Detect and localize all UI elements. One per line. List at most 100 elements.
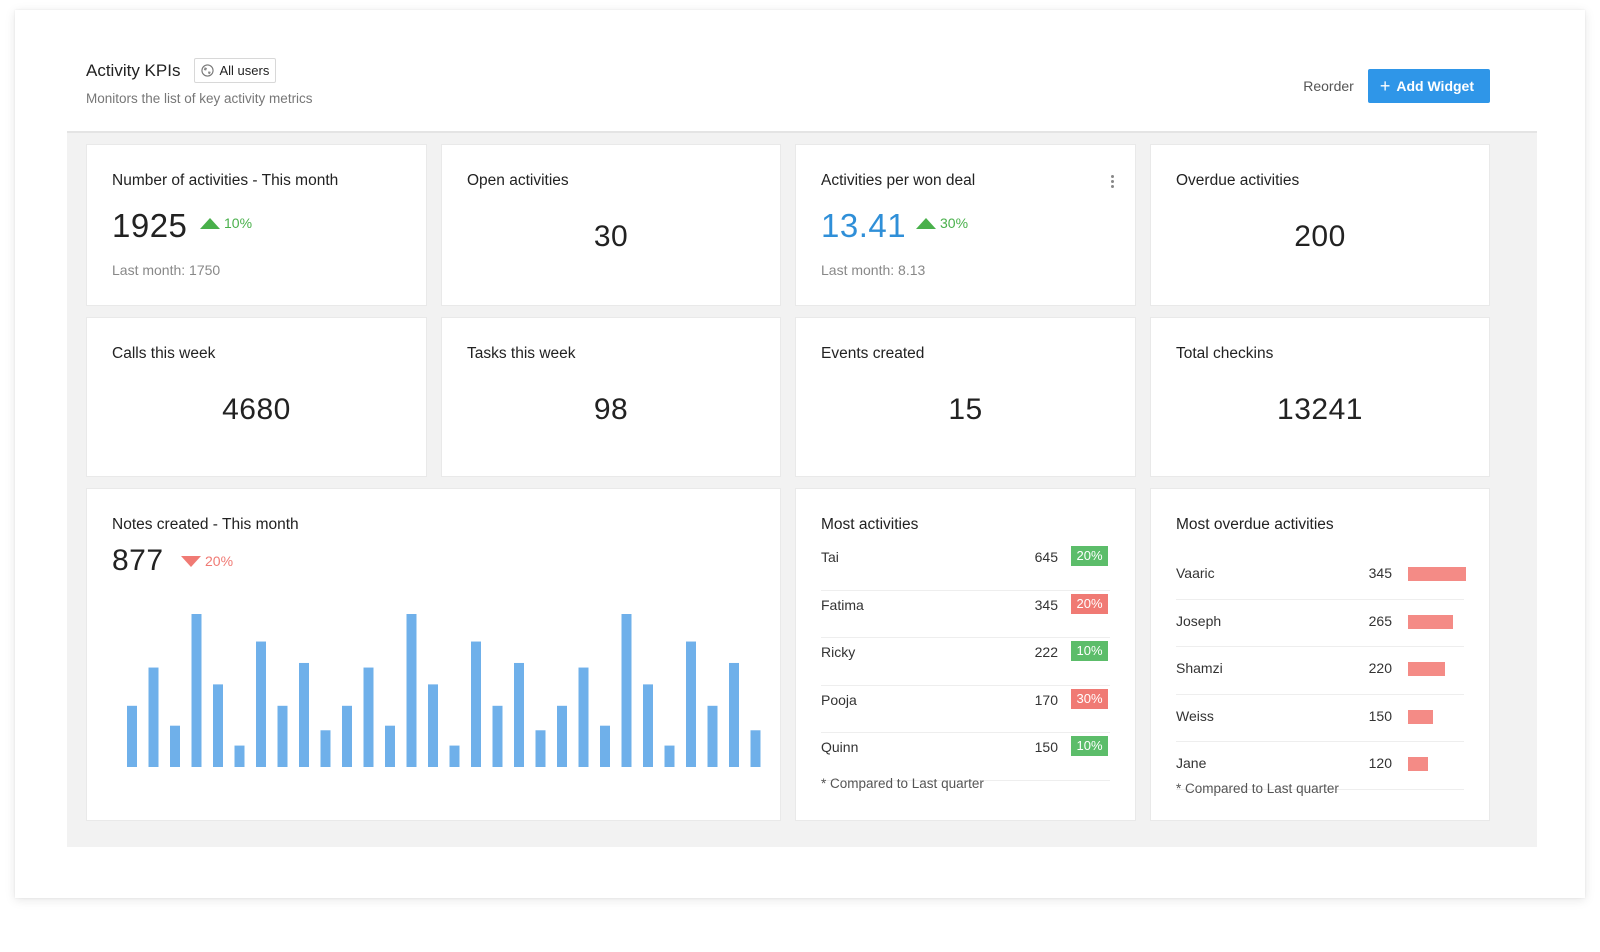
list-item[interactable]: Quinn 150 10% bbox=[821, 733, 1110, 781]
activity-count: 150 bbox=[1034, 739, 1058, 755]
footnote: * Compared to Last quarter bbox=[1176, 781, 1339, 796]
widget-total-checkins[interactable]: Total checkins 13241 bbox=[1150, 317, 1490, 477]
chart-bar bbox=[449, 745, 460, 767]
list-item[interactable]: Ricky 222 10% bbox=[821, 638, 1110, 686]
list-item[interactable]: Pooja 170 30% bbox=[821, 686, 1110, 733]
list-item[interactable]: Tai 645 20% bbox=[821, 543, 1110, 591]
user-name: Weiss bbox=[1176, 707, 1214, 724]
widget-title: Tasks this week bbox=[467, 345, 576, 362]
page-header: Activity KPIs All users Monitors the lis… bbox=[86, 58, 313, 106]
overdue-count: 345 bbox=[1368, 565, 1392, 581]
list-item[interactable]: Shamzi 220 bbox=[1176, 647, 1464, 695]
chart-bar bbox=[127, 705, 137, 767]
activity-count: 645 bbox=[1034, 549, 1058, 565]
widget-activities-this-month[interactable]: Number of activities - This month 1925 1… bbox=[86, 144, 427, 306]
chart-bar bbox=[277, 705, 288, 767]
chart-bar bbox=[256, 641, 266, 767]
change-badge: 30% bbox=[1071, 688, 1108, 709]
list-item[interactable]: Joseph 265 bbox=[1176, 600, 1464, 647]
widget-most-activities[interactable]: Most activities Tai 645 20% Fatima 345 20% Ric… bbox=[795, 488, 1136, 821]
chart-bar bbox=[471, 641, 481, 767]
widget-activities-per-won-deal[interactable]: Activities per won deal 13.41 30% Last m… bbox=[795, 144, 1136, 306]
kpi-delta-value: 30% bbox=[940, 215, 969, 231]
add-widget-label: Add Widget bbox=[1396, 78, 1474, 94]
overdue-bar bbox=[1408, 709, 1433, 724]
chart-bar bbox=[492, 705, 503, 767]
user-name: Ricky bbox=[821, 644, 856, 660]
user-name: Fatima bbox=[821, 596, 864, 613]
change-badge: 20% bbox=[1071, 593, 1108, 614]
widget-title: Activities per won deal bbox=[821, 172, 976, 189]
list-item[interactable]: Fatima 345 20% bbox=[821, 591, 1110, 638]
widget-title: Number of activities - This month bbox=[112, 172, 339, 189]
chart-bar bbox=[600, 725, 610, 767]
chart-bar bbox=[578, 667, 589, 767]
overdue-bar bbox=[1408, 757, 1428, 771]
kpi-value: 1925 bbox=[112, 207, 188, 244]
chart-bar bbox=[191, 614, 202, 767]
chart-bar bbox=[729, 662, 739, 767]
chart-bar bbox=[514, 662, 524, 767]
user-name: Joseph bbox=[1176, 612, 1222, 629]
widget-most-overdue[interactable]: Most overdue activities Vaaric 345 Joseph 2… bbox=[1150, 488, 1490, 821]
list-item[interactable]: Vaaric 345 bbox=[1176, 552, 1466, 600]
kpi-value: 200 bbox=[1294, 220, 1346, 253]
most-overdue-list: Vaaric 345 Joseph 265 Shamzi 220 Weiss 150 Jane 1… bbox=[1176, 552, 1466, 790]
chart-bar bbox=[707, 705, 718, 767]
kpi-value: 877 bbox=[112, 544, 164, 577]
widget-events-created[interactable]: Events created 15 bbox=[795, 317, 1136, 477]
header-actions: Reorder + Add Widget bbox=[1303, 69, 1490, 103]
list-item[interactable]: Weiss 150 bbox=[1176, 695, 1464, 742]
trend-up-icon bbox=[916, 217, 936, 229]
kpi-value: 4680 bbox=[222, 393, 291, 426]
user-scope-selector[interactable]: All users bbox=[194, 58, 277, 83]
reorder-button[interactable]: Reorder bbox=[1303, 78, 1354, 94]
widget-tasks-this-week[interactable]: Tasks this week 98 bbox=[441, 317, 781, 477]
plus-icon: + bbox=[1379, 75, 1391, 96]
activity-count: 345 bbox=[1034, 596, 1058, 613]
overdue-count: 220 bbox=[1368, 660, 1392, 676]
change-badge: 10% bbox=[1071, 736, 1108, 756]
widget-title: Most activities bbox=[821, 516, 919, 533]
overdue-bar bbox=[1408, 567, 1466, 581]
widget-notes-created[interactable]: Notes created - This month 877 20% bbox=[86, 488, 781, 821]
user-name: Pooja bbox=[821, 691, 857, 708]
notes-bar-chart bbox=[127, 614, 761, 767]
activity-count: 222 bbox=[1034, 644, 1058, 660]
overdue-bar bbox=[1408, 614, 1453, 629]
chart-bar bbox=[320, 730, 331, 767]
overdue-count: 265 bbox=[1368, 612, 1392, 629]
widget-open-activities[interactable]: Open activities 30 bbox=[441, 144, 781, 306]
overdue-count: 120 bbox=[1368, 755, 1392, 771]
kpi-value: 30 bbox=[593, 220, 629, 253]
widget-title: Total checkins bbox=[1176, 345, 1274, 362]
widget-calls-this-week[interactable]: Calls this week 4680 bbox=[86, 317, 427, 477]
widget-title: Open activities bbox=[467, 172, 569, 189]
widget-overdue-activities[interactable]: Overdue activities 200 bbox=[1150, 144, 1490, 306]
chart-bar bbox=[535, 730, 546, 767]
chart-bar bbox=[686, 641, 696, 767]
chart-bar bbox=[557, 705, 567, 767]
kpi-value: 13241 bbox=[1277, 393, 1363, 426]
chart-bar bbox=[385, 725, 395, 767]
user-scope-label: All users bbox=[219, 63, 270, 78]
overdue-count: 150 bbox=[1368, 707, 1392, 724]
kpi-value: 98 bbox=[593, 393, 629, 426]
widget-title: Overdue activities bbox=[1176, 172, 1300, 189]
chart-bar bbox=[299, 662, 309, 767]
more-vertical-icon[interactable] bbox=[1109, 175, 1115, 191]
widget-title: Most overdue activities bbox=[1176, 516, 1334, 533]
kpi-delta-value: 20% bbox=[205, 553, 234, 569]
kpi-delta: 20% bbox=[181, 553, 233, 569]
user-name: Jane bbox=[1176, 755, 1207, 771]
widget-title: Events created bbox=[821, 345, 925, 362]
kpi-delta: 10% bbox=[200, 215, 252, 231]
chart-bar bbox=[750, 730, 761, 767]
widget-title: Notes created - This month bbox=[112, 516, 299, 533]
add-widget-button[interactable]: + Add Widget bbox=[1367, 69, 1490, 103]
kpi-value: 13.41 bbox=[821, 207, 907, 244]
kpi-last-month: Last month: 8.13 bbox=[821, 262, 926, 278]
user-name: Quinn bbox=[821, 739, 859, 755]
user-name: Vaaric bbox=[1176, 565, 1215, 581]
chart-bar bbox=[664, 745, 675, 767]
